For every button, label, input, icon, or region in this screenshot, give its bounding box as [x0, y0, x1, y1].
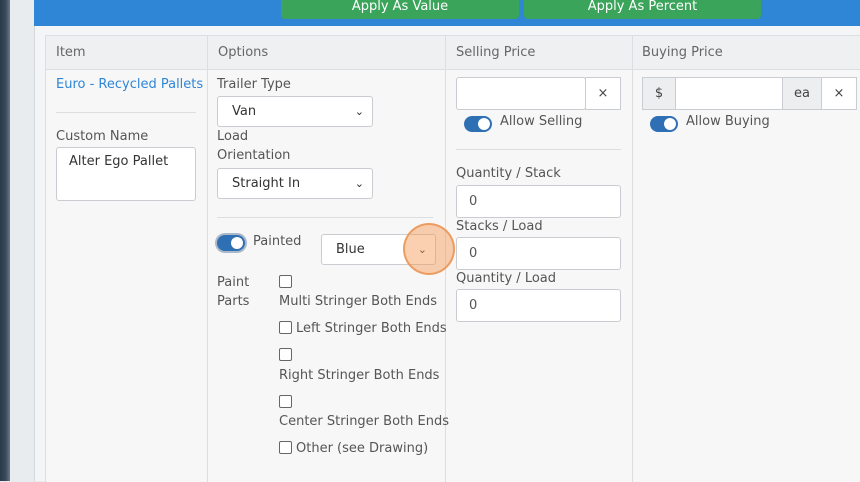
painted-toggle[interactable] [217, 235, 245, 251]
column-header-buying-price: Buying Price [642, 45, 723, 60]
painted-label: Painted [253, 234, 302, 249]
column-header-selling-price: Selling Price [456, 45, 536, 60]
trailer-type-select[interactable]: Van ⌄ [217, 96, 373, 127]
item-name-link[interactable]: Euro - Recycled Pallets [56, 77, 203, 92]
close-icon: × [597, 86, 609, 101]
divider [456, 149, 621, 150]
center-stringer-label: Center Stringer Both Ends [279, 414, 449, 429]
right-stringer-label: Right Stringer Both Ends [279, 368, 440, 383]
dollar-icon: $ [654, 86, 664, 101]
clear-buying-button[interactable]: × [821, 77, 857, 110]
column-divider [632, 36, 633, 482]
custom-name-field[interactable]: Alter Ego Pallet [56, 147, 196, 201]
allow-selling-toggle[interactable] [464, 116, 492, 132]
allow-buying-label: Allow Buying [686, 114, 770, 129]
quantity-load-input[interactable]: 0 [456, 289, 621, 322]
paint-parts-label-2: Parts [217, 294, 250, 309]
left-stringer-label: Left Stringer Both Ends [296, 321, 447, 336]
unit-addon: ea [782, 77, 822, 110]
stacks-load-label: Stacks / Load [456, 219, 543, 234]
apply-as-percent-button[interactable]: Apply As Percent [524, 0, 761, 19]
divider [217, 217, 433, 218]
apply-as-value-button[interactable]: Apply As Value [281, 0, 519, 19]
close-icon: × [833, 86, 845, 101]
background-window-edge [0, 0, 10, 481]
click-indicator [403, 223, 455, 275]
custom-name-label: Custom Name [56, 129, 149, 144]
multi-stringer-label: Multi Stringer Both Ends [279, 294, 437, 309]
column-divider [207, 36, 208, 482]
unit-label: ea [794, 86, 810, 101]
allow-selling-label: Allow Selling [500, 114, 583, 129]
divider [56, 112, 196, 113]
column-header-item: Item [56, 45, 86, 60]
multi-stringer-checkbox[interactable] [279, 275, 292, 288]
clear-selling-button[interactable]: × [585, 77, 621, 110]
selling-price-input[interactable] [456, 77, 586, 110]
paint-parts-label: Paint [217, 275, 250, 290]
load-orientation-label: Load [217, 129, 249, 144]
trailer-type-label: Trailer Type [217, 77, 291, 92]
quantity-load-label: Quantity / Load [456, 271, 557, 286]
chevron-down-icon: ⌄ [354, 105, 364, 118]
load-orientation-label-2: Orientation [217, 148, 291, 163]
center-stringer-checkbox[interactable] [279, 395, 292, 408]
quantity-stack-input[interactable]: 0 [456, 185, 621, 218]
column-header-options: Options [218, 45, 269, 60]
other-checkbox[interactable] [279, 441, 292, 454]
right-stringer-checkbox[interactable] [279, 348, 292, 361]
other-label: Other (see Drawing) [296, 441, 429, 456]
stacks-load-input[interactable]: 0 [456, 237, 621, 270]
buying-price-input[interactable] [675, 77, 783, 110]
allow-buying-toggle[interactable] [650, 116, 678, 132]
trailer-type-value: Van [232, 104, 257, 119]
left-stringer-checkbox[interactable] [279, 321, 292, 334]
quantity-stack-label: Quantity / Stack [456, 166, 561, 181]
load-orientation-select[interactable]: Straight In ⌄ [217, 168, 373, 199]
load-orientation-value: Straight In [232, 176, 301, 191]
paint-color-value: Blue [336, 242, 365, 257]
table-header: Item Options Selling Price Buying Price [46, 36, 860, 70]
chevron-down-icon: ⌄ [354, 177, 364, 190]
currency-addon: $ [642, 77, 676, 110]
